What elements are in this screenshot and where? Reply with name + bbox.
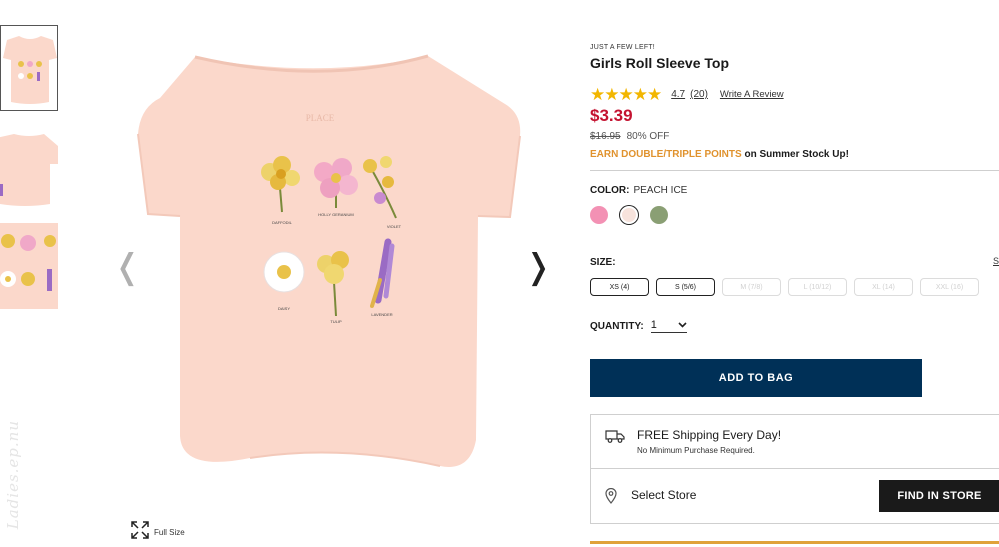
expand-icon — [130, 520, 150, 545]
quantity-label: QUANTITY: — [590, 320, 644, 332]
shipping-subtitle: No Minimum Purchase Required. — [637, 446, 755, 455]
thumbnail-back[interactable] — [0, 124, 58, 210]
full-size-label: Full Size — [154, 528, 185, 537]
svg-text:LAVENDER: LAVENDER — [371, 312, 392, 317]
points-promo: EARN DOUBLE/TRIPLE POINTS on Summer Stoc… — [590, 149, 849, 160]
star-rating-icon: ★★★★★ — [590, 85, 662, 104]
previous-image-arrow[interactable]: ❬ — [113, 250, 142, 284]
size-m[interactable]: M (7/8) — [722, 278, 781, 296]
write-review-link[interactable]: Write A Review — [720, 89, 784, 100]
color-label: COLOR: — [590, 185, 630, 196]
size-guide-link[interactable]: S — [993, 256, 999, 266]
color-row: COLOR: PEACH ICE — [590, 185, 687, 196]
full-size-button[interactable]: Full Size — [130, 520, 185, 545]
quantity-select[interactable]: 1 — [650, 319, 687, 333]
product-title: Girls Roll Sleeve Top — [590, 55, 730, 71]
color-swatches — [590, 206, 668, 224]
discount-label: 80% OFF — [626, 131, 670, 142]
next-image-arrow[interactable]: ❭ — [524, 250, 553, 284]
product-image: PLACE DAFFODIL HOLLY GERANIUM VIOLET DAI… — [110, 20, 550, 520]
add-to-bag-button[interactable]: ADD TO BAG — [590, 359, 922, 397]
size-xl[interactable]: XL (14) — [854, 278, 913, 296]
shirt-brand-text: PLACE — [306, 113, 335, 123]
quantity-value: 1 — [650, 319, 657, 331]
color-value: PEACH ICE — [633, 185, 688, 196]
divider — [590, 170, 999, 171]
accent-divider — [590, 541, 999, 544]
location-pin-icon — [605, 487, 617, 509]
size-xxl[interactable]: XXL (16) — [920, 278, 979, 296]
original-price-row: $16.95 80% OFF — [590, 131, 669, 142]
size-xs[interactable]: XS (4) — [590, 278, 649, 296]
points-text: on Summer Stock Up! — [741, 149, 849, 160]
svg-text:VIOLET: VIOLET — [387, 224, 402, 229]
quantity-row: QUANTITY: 1 — [590, 319, 687, 333]
swatch-sage[interactable] — [650, 206, 668, 224]
select-store-link[interactable]: Select Store — [631, 488, 696, 502]
size-l[interactable]: L (10/12) — [788, 278, 847, 296]
thumbnail-list — [0, 25, 60, 322]
swatch-pink[interactable] — [590, 206, 608, 224]
svg-text:DAFFODIL: DAFFODIL — [272, 220, 293, 225]
thumbnail-detail[interactable] — [0, 223, 58, 309]
review-count[interactable]: (20) — [690, 89, 708, 100]
rating-value[interactable]: 4.7 — [671, 89, 685, 100]
size-options: XS (4) S (5/6) M (7/8) L (10/12) XL (14)… — [590, 278, 979, 296]
fulfillment-box: FREE Shipping Every Day! No Minimum Purc… — [590, 414, 999, 524]
svg-text:HOLLY GERANIUM: HOLLY GERANIUM — [318, 212, 353, 217]
size-label: SIZE: — [590, 257, 616, 268]
watermark-text: Ladies.ep.nu — [4, 420, 22, 530]
divider — [591, 468, 999, 469]
find-in-store-button[interactable]: FIND IN STORE — [879, 480, 999, 512]
svg-text:TULIP: TULIP — [330, 319, 342, 324]
points-highlight: EARN DOUBLE/TRIPLE POINTS — [590, 149, 742, 160]
chevron-down-icon — [678, 320, 687, 330]
truck-icon — [605, 428, 625, 449]
swatch-peach-ice[interactable] — [620, 206, 638, 224]
svg-text:DAISY: DAISY — [278, 306, 290, 311]
rating-row: ★★★★★ 4.7 (20) Write A Review — [590, 86, 784, 103]
sale-price: $3.39 — [590, 106, 633, 125]
stock-alert: JUST A FEW LEFT! — [590, 44, 655, 51]
shipping-title: FREE Shipping Every Day! — [637, 428, 782, 442]
size-s[interactable]: S (5/6) — [656, 278, 715, 296]
thumbnail-front[interactable] — [0, 25, 58, 111]
original-price: $16.95 — [590, 131, 621, 142]
